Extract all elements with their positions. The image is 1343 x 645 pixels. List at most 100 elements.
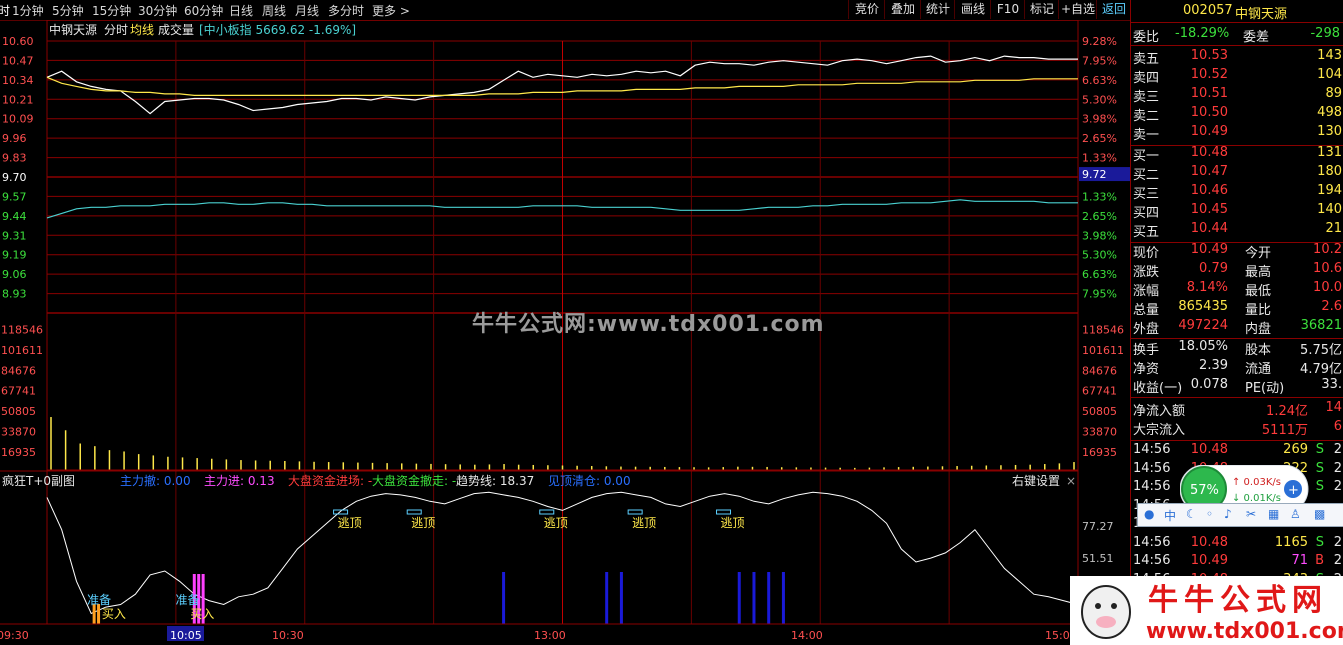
stock-code: 002057 xyxy=(1183,3,1233,18)
toolbar-button-7[interactable]: 返回 xyxy=(1096,0,1131,19)
toolbar-button-1[interactable]: 叠加 xyxy=(884,0,921,19)
fin-label: 换手 xyxy=(1133,343,1160,358)
signal-bar-blue xyxy=(752,572,756,624)
percent-tick-label: 5.30% xyxy=(1082,249,1117,262)
timeframe-tab-3[interactable]: 15分钟 xyxy=(92,2,131,19)
signal-bar-blue xyxy=(619,572,623,624)
cow-eye xyxy=(1095,603,1101,609)
cow-nose xyxy=(1096,616,1116,628)
ask-price: 10.53 xyxy=(1190,48,1228,63)
percent-tick-label: 5.30% xyxy=(1082,93,1117,106)
timeframe-tab-6[interactable]: 日线 xyxy=(229,2,253,19)
user-icon[interactable]: ● xyxy=(1144,507,1154,521)
signal-bar-orange xyxy=(97,604,101,624)
quote-label: 外盘 xyxy=(1133,322,1160,337)
ime-chinese-icon[interactable]: 中 xyxy=(1164,507,1176,524)
ask-row: 卖二 10.50 498 xyxy=(1131,104,1343,124)
percent-tick-label: 6.63% xyxy=(1082,268,1117,281)
ask-price: 10.49 xyxy=(1190,124,1228,139)
toolbar-button-0[interactable]: 竞价 xyxy=(848,0,885,19)
percent-tick-label: 9.28% xyxy=(1082,35,1117,48)
bid-label: 买三 xyxy=(1133,187,1160,202)
fin-value-2: 5.75亿 xyxy=(1300,343,1342,358)
chart-legend-item: 分时 xyxy=(104,23,128,37)
indicator-tick: 77.27 xyxy=(1082,520,1114,533)
quote-value-2: 10.2 xyxy=(1313,242,1342,257)
toolbar-button-4[interactable]: F10 xyxy=(990,0,1025,19)
signal-bar-orange xyxy=(92,604,96,624)
trade-count: 2 xyxy=(1333,553,1342,568)
mic-icon[interactable]: ♪ xyxy=(1224,507,1232,521)
volume-tick-left: 67741 xyxy=(1,385,36,398)
floating-toolbar[interactable]: ● 中 ☾ ◦ ♪ ✂ ▦ ♙ ▩ xyxy=(1137,503,1343,527)
trade-side: S xyxy=(1315,460,1324,476)
indicator-legend-item: 趋势线: 18.37 xyxy=(456,474,534,488)
volume-tick-right: 101611 xyxy=(1082,344,1124,357)
toolbar-button-5[interactable]: 标记 xyxy=(1024,0,1059,19)
grid-icon[interactable]: ▩ xyxy=(1314,507,1325,521)
quote-value: 10.49 xyxy=(1190,242,1228,257)
trade-count: 2 xyxy=(1333,534,1342,550)
ask-volume: 104 xyxy=(1317,67,1342,82)
fin-row: 净资 2.39 流通 4.79亿 xyxy=(1131,357,1343,377)
volume-tick-right: 84676 xyxy=(1082,364,1117,377)
panel-separator xyxy=(1131,45,1343,46)
quote-value-2: 10.6 xyxy=(1313,261,1342,276)
bid-label: 买四 xyxy=(1133,206,1160,221)
toolbar-button-3[interactable]: 画线 xyxy=(954,0,991,19)
trade-row: 14:56 10.49 71 B 2 xyxy=(1131,552,1343,571)
toolbar-button-6[interactable]: +自选 xyxy=(1058,0,1097,19)
x-tick-label: 13:00 xyxy=(534,629,566,642)
quote-label: 涨跌 xyxy=(1133,265,1160,280)
timeframe-tab-9[interactable]: 多分时 xyxy=(328,2,364,19)
quote-label-2: 今开 xyxy=(1245,246,1272,261)
timeframe-tab-2[interactable]: 5分钟 xyxy=(52,2,84,19)
ask-price: 10.52 xyxy=(1190,67,1228,82)
timeframe-tab-7[interactable]: 周线 xyxy=(262,2,286,19)
upload-speed: ↑ 0.03K/s xyxy=(1232,477,1281,488)
fin-value: 18.05% xyxy=(1178,339,1228,354)
trade-price: 10.48 xyxy=(1190,442,1228,457)
keyboard-icon[interactable]: ▦ xyxy=(1268,507,1279,521)
trade-count: 2 xyxy=(1333,460,1342,476)
bid-volume: 180 xyxy=(1317,164,1342,179)
shirt-icon[interactable]: ♙ xyxy=(1290,507,1301,521)
timeframe-tab-1[interactable]: 1分钟 xyxy=(12,2,44,19)
scissors-icon[interactable]: ✂ xyxy=(1246,507,1256,521)
speed-percent: 57% xyxy=(1190,483,1219,498)
bid-price: 10.45 xyxy=(1190,202,1228,217)
bid-price: 10.48 xyxy=(1190,145,1228,160)
bid-volume: 194 xyxy=(1317,183,1342,198)
ask-row: 卖五 10.53 143 xyxy=(1131,47,1343,67)
timeframe-tab-10[interactable]: 更多 > xyxy=(372,2,410,19)
quote-label: 现价 xyxy=(1133,246,1160,261)
moon-icon[interactable]: ☾ xyxy=(1186,507,1197,521)
bid-volume: 21 xyxy=(1325,221,1342,236)
index-label: [中小板指 5669.62 -1.69%] xyxy=(199,22,356,37)
percent-tick-label: 1.33% xyxy=(1082,190,1117,203)
x-tick-label: 09:30 xyxy=(0,629,29,642)
toolbar-button-2[interactable]: 统计 xyxy=(920,0,955,19)
signal-marker xyxy=(716,509,732,515)
ask-row: 卖三 10.51 89 xyxy=(1131,85,1343,105)
trade-count: 2 xyxy=(1333,442,1342,457)
timeframe-tab-8[interactable]: 月线 xyxy=(295,2,319,19)
fin-value: 2.39 xyxy=(1199,358,1228,373)
fin-label-2: PE(动) xyxy=(1245,381,1285,396)
indicator-legend-item: 大盘资金进场: - xyxy=(288,473,372,488)
timeframe-tab-5[interactable]: 60分钟 xyxy=(184,2,223,19)
volume-tick-right: 50805 xyxy=(1082,405,1117,418)
signal-marker xyxy=(333,509,349,515)
quote-row: 涨跌 0.79 最高 10.6 xyxy=(1131,260,1343,280)
weibi-label: 委比 xyxy=(1133,30,1160,45)
timeframe-tab-4[interactable]: 30分钟 xyxy=(138,2,177,19)
percent-tick-label: 7.95% xyxy=(1082,288,1117,301)
timeframe-tab-0[interactable]: 分时 xyxy=(0,2,10,19)
signal-label: 逃顶 xyxy=(411,516,435,530)
percent-tick-label: 2.65% xyxy=(1082,210,1117,223)
trade-side: S xyxy=(1315,479,1324,494)
quote-value-2: 2.6 xyxy=(1321,299,1342,314)
flow-label: 净流入额 xyxy=(1133,404,1186,419)
punctuation-icon[interactable]: ◦ xyxy=(1206,507,1213,521)
ask-price: 10.50 xyxy=(1190,105,1228,120)
